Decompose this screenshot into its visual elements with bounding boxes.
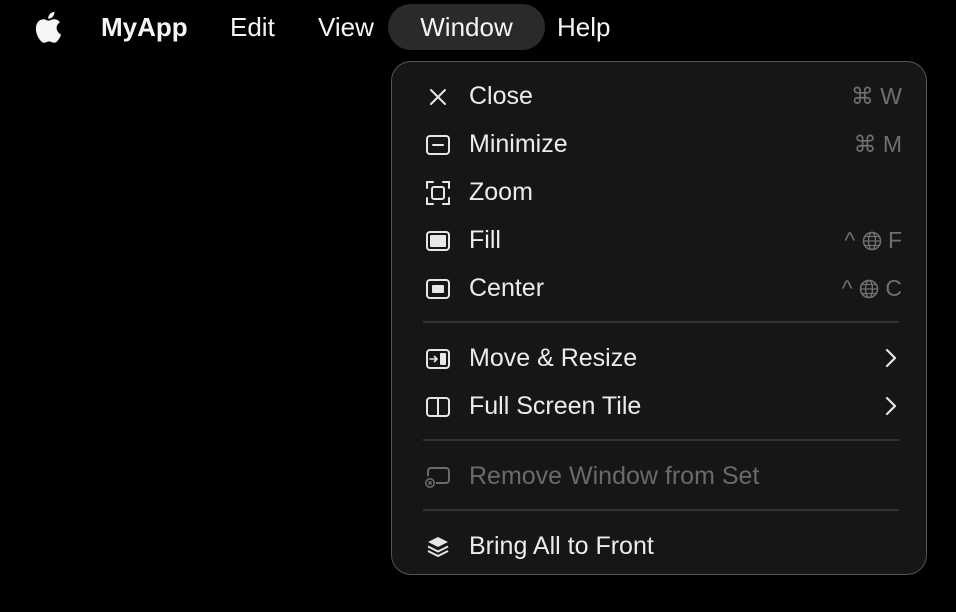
menu-item-label: Close bbox=[469, 82, 533, 110]
menu-item-label: Move & Resize bbox=[469, 344, 638, 372]
menu-bar: MyApp Edit View Window Help bbox=[0, 0, 956, 54]
shortcut-label: ^ C bbox=[842, 266, 902, 310]
shortcut-key: C bbox=[885, 275, 902, 301]
move-resize-icon bbox=[426, 349, 450, 369]
layers-stack-icon bbox=[427, 537, 449, 557]
menu-item-label: Minimize bbox=[469, 130, 568, 158]
shortcut-label: ⌘ M bbox=[853, 131, 902, 157]
menubar-edit[interactable]: Edit bbox=[230, 4, 275, 50]
menu-item-close[interactable]: Close ⌘ W bbox=[392, 74, 928, 118]
menu-item-center[interactable]: Center ^ C bbox=[392, 266, 928, 310]
menu-item-move-resize[interactable]: Move & Resize bbox=[392, 336, 928, 380]
menu-item-fill[interactable]: Fill ^ F bbox=[392, 218, 928, 262]
menu-item-label: Fill bbox=[469, 226, 501, 254]
split-view-icon bbox=[426, 397, 450, 417]
globe-icon bbox=[862, 231, 881, 251]
menu-item-label: Full Screen Tile bbox=[469, 392, 642, 420]
menu-separator bbox=[423, 509, 899, 511]
menubar-view[interactable]: View bbox=[318, 4, 374, 50]
minimize-window-icon bbox=[426, 135, 450, 155]
window-menu-dropdown: Close ⌘ W Minimize ⌘ M Zoom Fill ^ F Cen… bbox=[391, 61, 927, 575]
menu-item-label: Zoom bbox=[469, 178, 533, 206]
fill-window-icon bbox=[426, 231, 450, 251]
shortcut-key: F bbox=[887, 227, 902, 253]
close-x-icon bbox=[430, 89, 446, 105]
menubar-window[interactable]: Window bbox=[388, 4, 545, 50]
shortcut-label: ^ F bbox=[844, 218, 902, 262]
globe-icon bbox=[859, 279, 879, 299]
shortcut-label: ⌘ W bbox=[850, 83, 902, 109]
menu-item-bring-all-to-front[interactable]: Bring All to Front bbox=[392, 524, 928, 568]
menu-item-label: Remove Window from Set bbox=[469, 462, 760, 490]
menu-separator bbox=[423, 321, 899, 323]
menubar-help[interactable]: Help bbox=[557, 4, 610, 50]
chevron-right-icon bbox=[885, 348, 897, 368]
menu-item-label: Bring All to Front bbox=[469, 532, 654, 560]
control-key-symbol: ^ bbox=[841, 275, 853, 301]
menu-item-label: Center bbox=[469, 274, 545, 302]
remove-window-icon bbox=[425, 467, 450, 488]
apple-logo-icon[interactable] bbox=[32, 11, 62, 43]
menubar-app-name[interactable]: MyApp bbox=[101, 4, 188, 50]
menu-item-minimize[interactable]: Minimize ⌘ M bbox=[392, 122, 928, 166]
menu-item-zoom[interactable]: Zoom bbox=[392, 170, 928, 214]
control-key-symbol: ^ bbox=[844, 227, 856, 253]
center-window-icon bbox=[426, 279, 450, 299]
chevron-right-icon bbox=[885, 396, 897, 416]
menu-item-remove-window-from-set: Remove Window from Set bbox=[392, 454, 928, 498]
zoom-frame-icon bbox=[426, 181, 450, 205]
menu-item-full-screen-tile[interactable]: Full Screen Tile bbox=[392, 384, 928, 428]
menu-separator bbox=[423, 439, 899, 441]
